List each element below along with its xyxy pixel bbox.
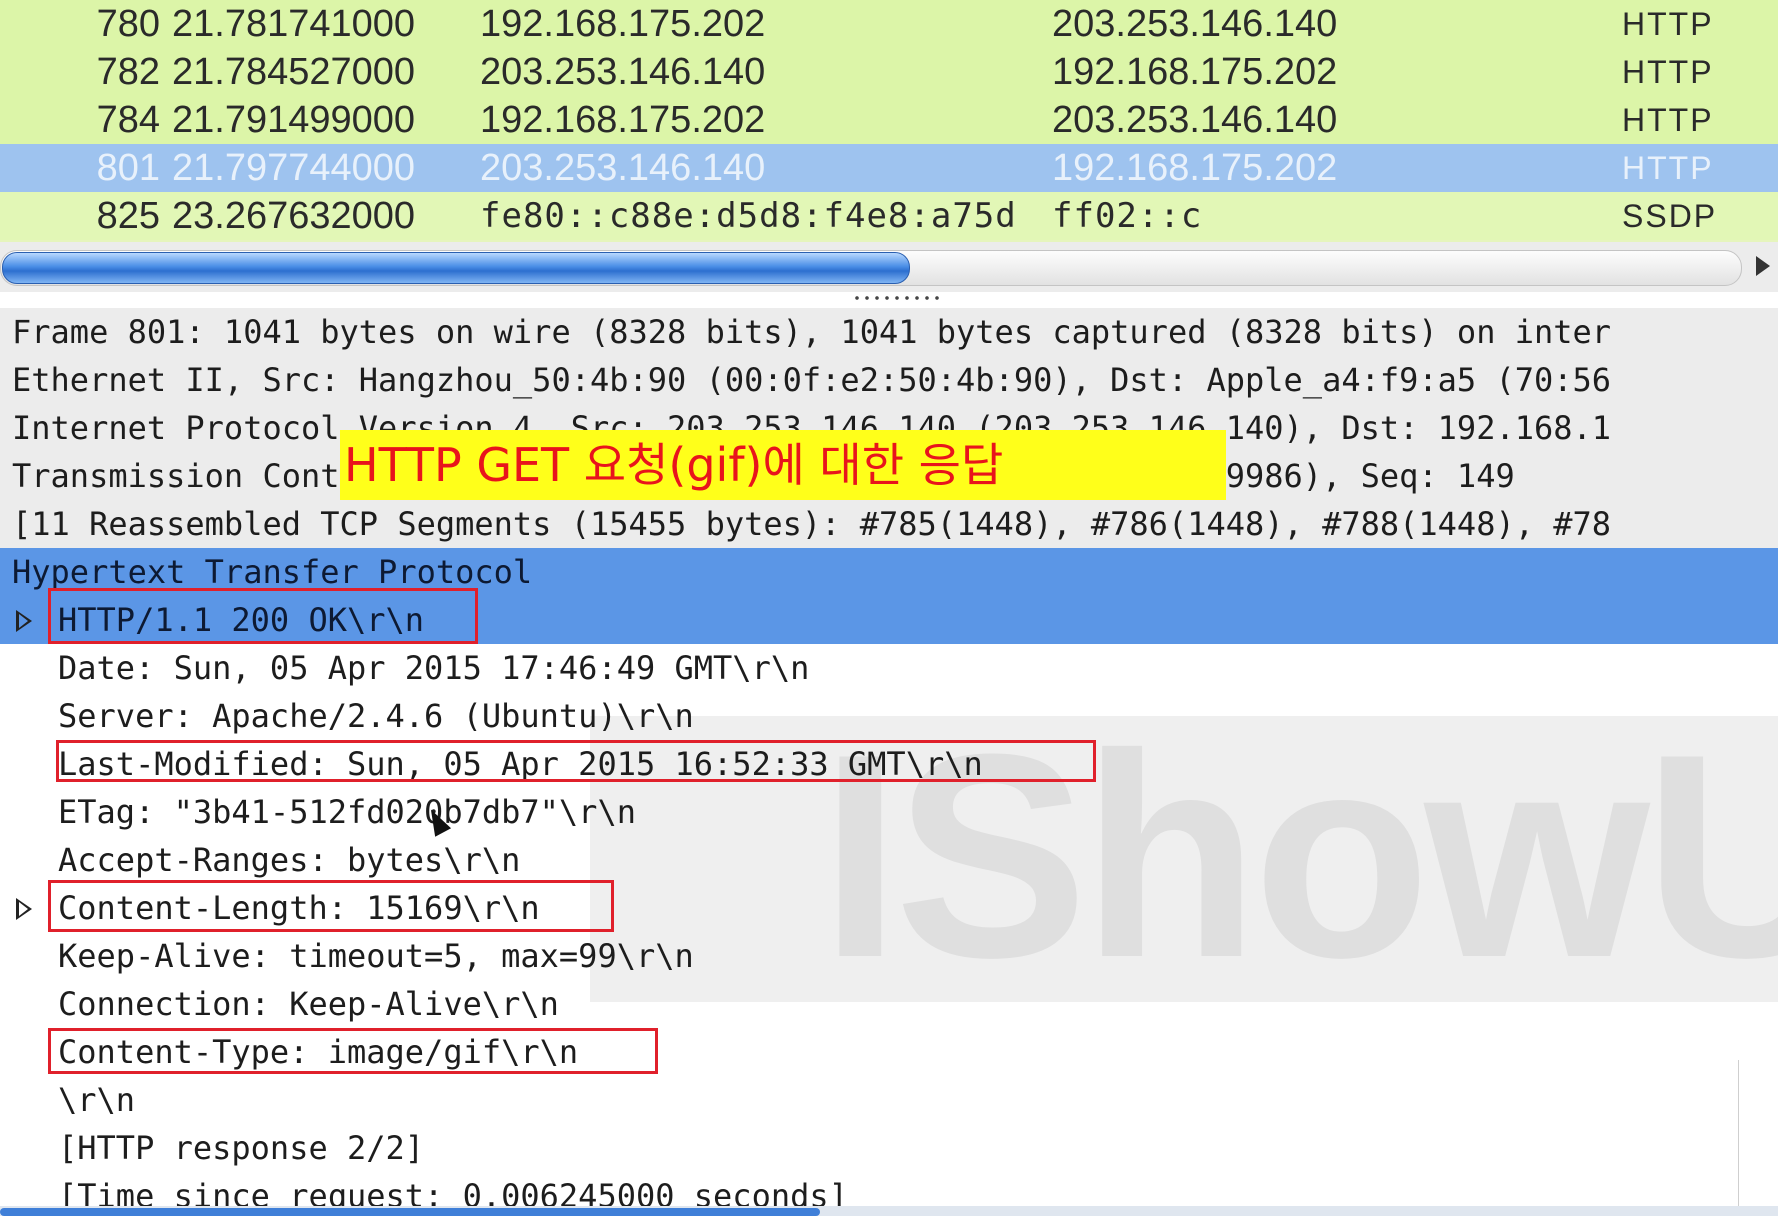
packet-time: 21.781741000 (172, 3, 416, 45)
tree-item-accept-ranges[interactable]: Accept-Ranges: bytes\r\n (0, 836, 1778, 884)
packet-number: 782 (96, 51, 160, 93)
tree-item-label: Date: Sun, 05 Apr 2015 17:46:49 GMT\r\n (58, 649, 810, 687)
details-scrollbar-thumb[interactable] (0, 1208, 820, 1216)
packet-row-784[interactable]: 784 21.791499000 192.168.175.202 203.253… (0, 96, 1778, 144)
tree-item-content-type[interactable]: Content-Type: image/gif\r\n (0, 1028, 1778, 1076)
scroll-right-arrow-icon[interactable] (1756, 256, 1770, 276)
packet-destination: 192.168.175.202 (1052, 147, 1338, 189)
expand-triangle-icon[interactable] (16, 610, 32, 632)
packet-row-825[interactable]: 825 23.267632000 fe80::c88e:d5d8:f4e8:a7… (0, 192, 1778, 240)
packet-row-782[interactable]: 782 21.784527000 203.253.146.140 192.168… (0, 48, 1778, 96)
packet-number: 825 (96, 195, 160, 237)
packet-time: 21.784527000 (172, 51, 416, 93)
packet-row-780[interactable]: 780 21.781741000 192.168.175.202 203.253… (0, 0, 1778, 48)
packet-time: 23.267632000 (172, 195, 416, 237)
tree-item-etag[interactable]: ETag: "3b41-512fd020b7db7"\r\n (0, 788, 1778, 836)
tree-item-label: \r\n (58, 1081, 136, 1119)
tree-item-label: [11 Reassembled TCP Segments (15455 byte… (12, 505, 1612, 543)
packet-destination: 203.253.146.140 (1052, 3, 1338, 45)
packet-row-801-selected[interactable]: 801 21.797744000 203.253.146.140 192.168… (0, 144, 1778, 192)
tree-item-label: HTTP/1.1 200 OK\r\n (58, 601, 425, 639)
packet-source: fe80::c88e:d5d8:f4e8:a75d (480, 196, 1017, 236)
details-vertical-scrollbar[interactable] (1738, 1060, 1778, 1206)
tree-item-http-status[interactable]: HTTP/1.1 200 OK\r\n (0, 596, 1778, 644)
tree-item-date[interactable]: Date: Sun, 05 Apr 2015 17:46:49 GMT\r\n (0, 644, 1778, 692)
tree-item-last-modified[interactable]: Last-Modified: Sun, 05 Apr 2015 16:52:33… (0, 740, 1778, 788)
tree-item-reassembled[interactable]: [11 Reassembled TCP Segments (15455 byte… (0, 500, 1778, 549)
packet-destination: 203.253.146.140 (1052, 99, 1338, 141)
tree-item-label: [HTTP response 2/2] (58, 1129, 425, 1167)
packet-protocol: HTTP (1622, 150, 1714, 186)
scrollbar-thumb[interactable] (2, 252, 910, 284)
packet-number: 780 (96, 3, 160, 45)
packet-source: 192.168.175.202 (480, 3, 766, 45)
packet-number: 784 (96, 99, 160, 141)
tree-item-keep-alive[interactable]: Keep-Alive: timeout=5, max=99\r\n (0, 932, 1778, 980)
tree-item-connection[interactable]: Connection: Keep-Alive\r\n (0, 980, 1778, 1028)
tree-item-label: Accept-Ranges: bytes\r\n (58, 841, 521, 879)
pane-splitter-handle[interactable] (852, 294, 942, 302)
tree-item-server[interactable]: Server: Apache/2.4.6 (Ubuntu)\r\n (0, 692, 1778, 740)
tree-item-time-since-request[interactable]: [Time since request: 0.006245000 seconds… (0, 1172, 1778, 1206)
tree-item-label: Content-Type: image/gif\r\n (58, 1033, 579, 1071)
tree-item-label: Server: Apache/2.4.6 (Ubuntu)\r\n (58, 697, 694, 735)
tree-item-label: [Time since request: 0.006245000 seconds… (58, 1177, 848, 1206)
tree-item-frame[interactable]: Frame 801: 1041 bytes on wire (8328 bits… (0, 308, 1778, 357)
tree-item-label: Connection: Keep-Alive\r\n (58, 985, 559, 1023)
packet-time: 21.791499000 (172, 99, 416, 141)
packet-source: 192.168.175.202 (480, 99, 766, 141)
tree-item-label: Hypertext Transfer Protocol (12, 553, 533, 591)
tree-item-label: ETag: "3b41-512fd020b7db7"\r\n (58, 793, 636, 831)
tree-item-label: Content-Length: 15169\r\n (58, 889, 540, 927)
packet-time: 21.797744000 (172, 147, 416, 189)
annotation-label: HTTP GET 요청(gif)에 대한 응답 (340, 430, 1226, 500)
expand-triangle-icon[interactable] (16, 898, 32, 920)
tree-item-ethernet[interactable]: Ethernet II, Src: Hangzhou_50:4b:90 (00:… (0, 356, 1778, 405)
tree-item-label: Keep-Alive: timeout=5, max=99\r\n (58, 937, 694, 975)
tree-item-label: Ethernet II, Src: Hangzhou_50:4b:90 (00:… (12, 361, 1612, 399)
packet-destination: ff02::c (1052, 196, 1203, 236)
packet-protocol: HTTP (1622, 6, 1714, 42)
tree-item-crlf[interactable]: \r\n (0, 1076, 1778, 1124)
packet-list-horizontal-scrollbar[interactable] (0, 242, 1778, 292)
packet-source: 203.253.146.140 (480, 147, 766, 189)
tree-item-http[interactable]: Hypertext Transfer Protocol (0, 548, 1778, 596)
packet-protocol: HTTP (1622, 54, 1714, 90)
tree-item-content-length[interactable]: Content-Length: 15169\r\n (0, 884, 1778, 932)
tree-item-label: Frame 801: 1041 bytes on wire (8328 bits… (12, 313, 1612, 351)
tree-item-http-response[interactable]: [HTTP response 2/2] (0, 1124, 1778, 1172)
packet-number: 801 (96, 147, 160, 189)
packet-source: 203.253.146.140 (480, 51, 766, 93)
packet-protocol: HTTP (1622, 102, 1714, 138)
packet-protocol: SSDP (1622, 198, 1718, 234)
packet-destination: 192.168.175.202 (1052, 51, 1338, 93)
packet-list: 780 21.781741000 192.168.175.202 203.253… (0, 0, 1778, 242)
tree-item-label: Last-Modified: Sun, 05 Apr 2015 16:52:33… (58, 745, 983, 783)
